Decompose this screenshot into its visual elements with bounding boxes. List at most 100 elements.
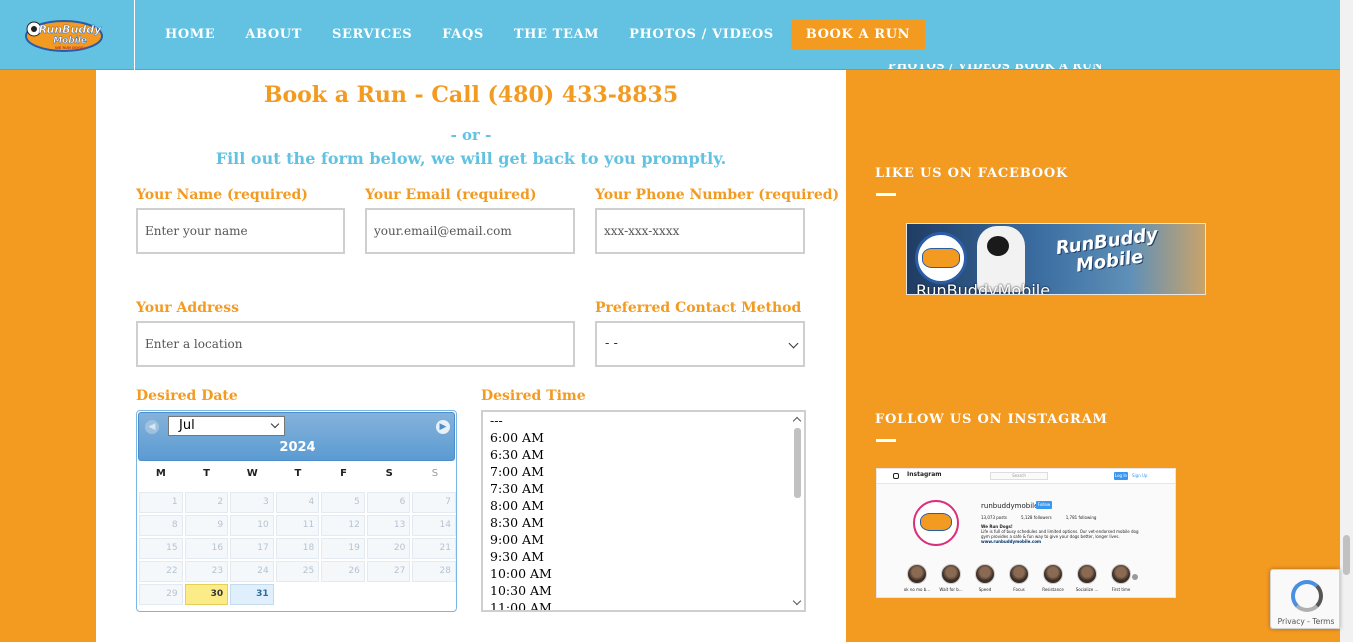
time-option[interactable]: 8:00 AM [483, 497, 804, 514]
time-option[interactable]: 10:30 AM [483, 582, 804, 599]
runbuddy-logo[interactable]: RunBuddy Mobile WE RUN DOGS! [24, 18, 104, 54]
calendar-day[interactable]: 21 [412, 538, 456, 559]
ig-username: runbuddymobile [981, 502, 1039, 510]
ig-highlight-circle [975, 564, 995, 584]
recaptcha-badge[interactable]: Privacy - Terms [1270, 569, 1340, 629]
calendar-day[interactable]: 12 [321, 515, 365, 536]
recaptcha-icon [1291, 580, 1323, 612]
calendar-day[interactable]: 14 [412, 515, 456, 536]
calendar-day[interactable]: 29 [139, 584, 183, 605]
main-nav: HOME ABOUT SERVICES FAQS THE TEAM PHOTOS… [150, 20, 926, 49]
nav-faqs[interactable]: FAQS [427, 20, 499, 49]
email-input[interactable] [365, 208, 575, 254]
time-option[interactable]: 10:00 AM [483, 565, 804, 582]
next-month-icon[interactable]: ▶ [436, 420, 450, 434]
datepicker-weekdays: M T W T F S S [137, 468, 456, 479]
contact-method-label: Preferred Contact Method [595, 300, 802, 316]
time-option[interactable]: --- [483, 412, 804, 429]
time-option[interactable]: 8:30 AM [483, 514, 804, 531]
calendar-day[interactable]: 11 [275, 515, 320, 536]
prev-month-icon[interactable]: ◀ [145, 420, 159, 434]
time-option[interactable]: 7:00 AM [483, 463, 804, 480]
calendar-day[interactable]: 18 [275, 538, 320, 559]
ig-highlight-label: First time [1111, 587, 1131, 592]
site-header: RunBuddy Mobile WE RUN DOGS! HOME ABOUT … [0, 0, 1340, 70]
logo-line2: Mobile [53, 36, 87, 46]
ig-highlights-next-icon [1132, 574, 1138, 580]
weekday-fri: F [340, 468, 348, 479]
weekday-sat: S [385, 468, 393, 479]
scroll-down-icon[interactable] [792, 596, 802, 606]
calendar-day[interactable]: 26 [321, 561, 365, 582]
nav-the-team[interactable]: THE TEAM [499, 20, 614, 49]
fb-page-avatar[interactable] [915, 232, 967, 284]
name-input[interactable] [136, 208, 345, 254]
nav-services[interactable]: SERVICES [317, 20, 427, 49]
time-option[interactable]: 11:00 AM [483, 599, 804, 610]
contact-method-select[interactable]: - - [595, 321, 805, 367]
datepicker: ◀ Jul ▶ 2024 M T W T F S S 1 2 3 4 5 6 7 8 9 10 11… [136, 410, 457, 612]
calendar-day[interactable]: 20 [366, 538, 411, 559]
calendar-day[interactable]: 24 [230, 561, 274, 582]
address-input[interactable] [136, 321, 575, 367]
time-scrollbar-thumb[interactable] [794, 428, 801, 498]
nav-home[interactable]: HOME [150, 20, 230, 49]
nav-about[interactable]: ABOUT [230, 20, 317, 49]
time-option[interactable]: 6:30 AM [483, 446, 804, 463]
time-option[interactable]: 9:30 AM [483, 548, 804, 565]
calendar-day[interactable]: 5 [321, 492, 365, 513]
calendar-day[interactable]: 15 [139, 538, 183, 559]
ig-highlight-label: Socialize ... [1075, 587, 1099, 592]
month-select[interactable]: Jul [168, 416, 285, 436]
calendar-day[interactable]: 28 [412, 561, 456, 582]
calendar-day[interactable]: 4 [275, 492, 320, 513]
time-option[interactable]: 6:00 AM [483, 429, 804, 446]
calendar-day[interactable]: 25 [275, 561, 320, 582]
form-heading: Book a Run - Call (480) 433-8835 [263, 82, 679, 108]
calendar-day[interactable]: 9 [184, 515, 229, 536]
weekday-thu: T [294, 468, 302, 479]
facebook-page-widget[interactable]: RunBuddy Mobile RunBuddyMobile [906, 223, 1206, 295]
ig-posts: 13,073 posts [981, 515, 1007, 520]
fb-page-name[interactable]: RunBuddyMobile [916, 282, 1050, 295]
ig-following: 1,781 following [1065, 515, 1097, 520]
recaptcha-terms[interactable]: Privacy - Terms [1271, 617, 1341, 626]
calendar-day[interactable]: 8 [139, 515, 183, 536]
calendar-day[interactable]: 22 [139, 561, 183, 582]
time-scrollbar[interactable] [791, 412, 804, 610]
calendar-day[interactable]: 2 [184, 492, 229, 513]
name-label: Your Name (required) [136, 187, 308, 203]
fb-cover-logo: RunBuddy Mobile [1055, 224, 1162, 279]
ig-highlight-label: Speed [978, 587, 992, 592]
page-scrollbar-thumb[interactable] [1343, 535, 1350, 575]
page-scrollbar[interactable] [1340, 0, 1353, 642]
calendar-day[interactable]: 17 [230, 538, 274, 559]
ig-highlight-circle [1077, 564, 1097, 584]
nav-photos-videos[interactable]: PHOTOS / VIDEOS [614, 20, 789, 49]
calendar-day[interactable]: 27 [366, 561, 411, 582]
calendar-day[interactable]: 30 [184, 584, 229, 605]
time-option[interactable]: 7:30 AM [483, 480, 804, 497]
calendar-day[interactable]: 10 [230, 515, 274, 536]
ig-highlight-label: ok no mo b... [903, 587, 931, 592]
instagram-profile-widget[interactable]: Instagram Search Log In Sign Up runbuddy… [876, 468, 1176, 598]
scroll-up-icon[interactable] [792, 416, 802, 426]
calendar-day[interactable]: 23 [184, 561, 229, 582]
nav-book-a-run-button[interactable]: BOOK A RUN [790, 20, 926, 49]
calendar-day[interactable]: 31 [230, 584, 274, 605]
phone-input[interactable] [595, 208, 805, 254]
ig-followers: 5,128 followers [1021, 515, 1052, 520]
calendar-day[interactable]: 16 [184, 538, 229, 559]
calendar-day[interactable]: 19 [321, 538, 365, 559]
time-option[interactable]: 9:00 AM [483, 531, 804, 548]
calendar-day[interactable]: 1 [139, 492, 183, 513]
logo-container: RunBuddy Mobile WE RUN DOGS! [0, 0, 135, 70]
time-listbox[interactable]: --- 6:00 AM 6:30 AM 7:00 AM 7:30 AM 8:00 AM 8:… [481, 410, 806, 612]
facebook-title-underline [876, 193, 896, 196]
calendar-day[interactable]: 13 [366, 515, 411, 536]
calendar-day[interactable]: 7 [412, 492, 456, 513]
weekday-sun: S [431, 468, 439, 479]
calendar-day[interactable]: 3 [230, 492, 274, 513]
calendar-day[interactable]: 6 [366, 492, 411, 513]
weekday-mon: M [155, 468, 166, 479]
